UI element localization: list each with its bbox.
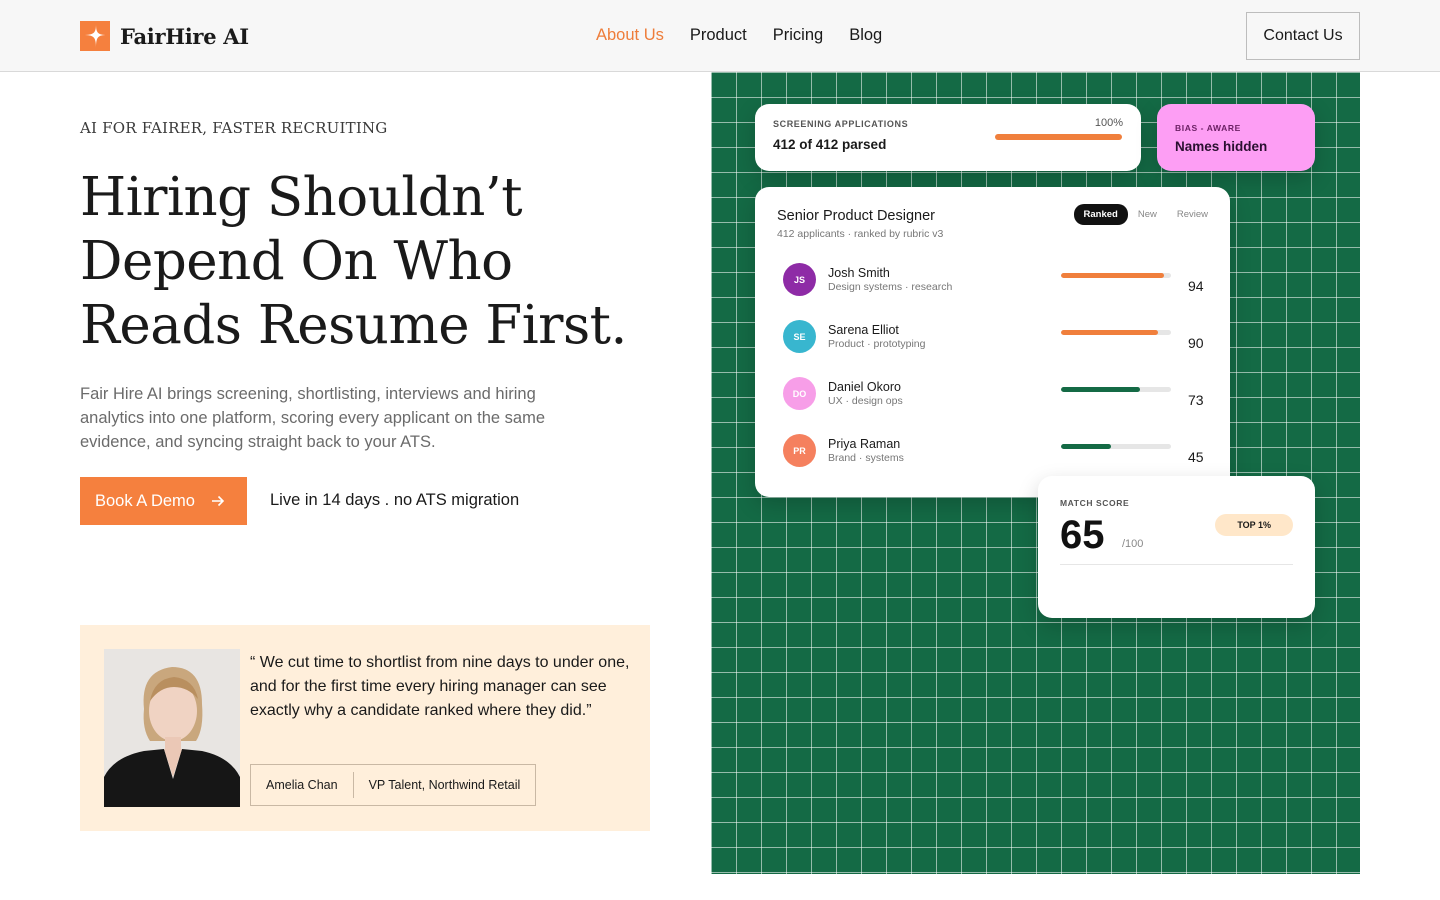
candidate-name: Josh Smith: [828, 266, 890, 280]
ranking-tabs: Ranked New Review: [1073, 204, 1219, 225]
hero-title: Hiring Shouldn’t Depend On Who Reads Res…: [80, 166, 680, 358]
person-portrait-icon: [104, 649, 240, 807]
logo-mark-icon: [80, 21, 110, 51]
screening-parsed-count: 412 of 412 parsed: [773, 137, 887, 152]
candidate-score: 73: [1188, 392, 1204, 408]
candidate-row[interactable]: JS Josh Smith Design systems · research …: [783, 263, 1213, 303]
candidate-row[interactable]: SE Sarena Elliot Product · prototyping 9…: [783, 320, 1213, 360]
contact-us-button[interactable]: Contact Us: [1246, 12, 1360, 60]
candidate-avatar: SE: [783, 320, 816, 353]
bias-text: Names hidden: [1175, 139, 1268, 154]
product-visual: SCREENING APPLICATIONS 100% 412 of 412 p…: [711, 72, 1360, 874]
arrow-right-icon: [211, 495, 225, 507]
match-score-label: MATCH SCORE: [1060, 498, 1130, 508]
candidate-score-fill: [1061, 387, 1141, 392]
brand-logo[interactable]: FairHire AI: [80, 21, 249, 51]
bias-label: BIAS - AWARE: [1175, 123, 1241, 133]
match-score-card: MATCH SCORE 65 /100 TOP 1%: [1038, 476, 1315, 618]
testimonial-quote: “ We cut time to shortlist from nine day…: [250, 654, 630, 719]
testimonial-role: VP Talent, Northwind Retail: [368, 778, 521, 792]
screening-progress-bar: [995, 134, 1122, 140]
screening-label: SCREENING APPLICATIONS: [773, 119, 909, 129]
job-subtitle: 412 applicants · ranked by rubric v3: [777, 228, 944, 240]
candidate-score-track: [1061, 330, 1171, 335]
hero-eyebrow: AI FOR FAIRER, FASTER RECRUITING: [80, 119, 388, 137]
tab-review[interactable]: Review: [1167, 204, 1218, 225]
hero-description: Fair Hire AI brings screening, shortlist…: [80, 385, 545, 451]
testimonial-name: Amelia Chan: [266, 778, 338, 792]
tab-ranked[interactable]: Ranked: [1073, 204, 1128, 225]
candidate-score-track: [1061, 273, 1171, 278]
testimonial-photo: [104, 649, 240, 807]
candidate-role: UX · design ops: [828, 395, 903, 407]
candidate-avatar: DO: [783, 377, 816, 410]
candidate-score-fill: [1061, 273, 1165, 278]
candidate-score-track: [1061, 444, 1171, 449]
candidate-row[interactable]: PR Priya Raman Brand · systems 45: [783, 434, 1213, 474]
screening-percent: 100%: [1094, 117, 1123, 129]
candidate-name: Sarena Elliot: [828, 323, 899, 337]
ranking-card: Senior Product Designer 412 applicants ·…: [755, 187, 1230, 497]
brand-name: FairHire AI: [120, 23, 249, 49]
candidate-avatar: PR: [783, 434, 816, 467]
nav-item-pricing[interactable]: Pricing: [773, 26, 823, 45]
nav-item-about-us[interactable]: About Us: [596, 26, 664, 45]
book-demo-label: Book A Demo: [95, 491, 195, 510]
candidate-score: 90: [1188, 335, 1204, 351]
screening-card: SCREENING APPLICATIONS 100% 412 of 412 p…: [755, 104, 1141, 171]
candidate-score: 45: [1188, 449, 1204, 465]
candidate-score-track: [1061, 387, 1171, 392]
bias-aware-card: BIAS - AWARE Names hidden: [1157, 104, 1315, 171]
hero-title-line-1: Hiring Shouldn’t: [80, 167, 523, 228]
job-title: Senior Product Designer: [777, 208, 935, 224]
candidate-score: 94: [1188, 278, 1204, 294]
candidate-name: Priya Raman: [828, 437, 901, 451]
tab-new[interactable]: New: [1128, 204, 1167, 225]
site-header: FairHire AI About Us Product Pricing Blo…: [0, 0, 1440, 72]
launch-note: Live in 14 days . no ATS migration: [270, 491, 520, 509]
top-percent-badge: TOP 1%: [1215, 514, 1293, 536]
candidate-role: Design systems · research: [828, 281, 953, 293]
match-score-value: 65: [1060, 513, 1105, 557]
hero-title-line-2: Depend On Who: [80, 231, 513, 292]
testimonial-attribution: Amelia Chan VP Talent, Northwind Retail: [250, 764, 537, 806]
nav-item-product[interactable]: Product: [690, 26, 747, 45]
candidate-row[interactable]: DO Daniel Okoro UX · design ops 73: [783, 377, 1213, 417]
main-nav: About Us Product Pricing Blog: [596, 26, 882, 45]
nav-item-blog[interactable]: Blog: [849, 26, 882, 45]
hero-title-line-3: Reads Resume First.: [80, 295, 627, 356]
candidate-avatar: JS: [783, 263, 816, 296]
candidate-name: Daniel Okoro: [828, 380, 901, 394]
match-divider: [1060, 564, 1293, 565]
candidate-role: Brand · systems: [828, 452, 904, 464]
candidate-score-fill: [1061, 330, 1158, 335]
match-score-max: /100: [1122, 538, 1144, 550]
candidate-role: Product · prototyping: [828, 338, 926, 350]
candidate-score-fill: [1061, 444, 1111, 449]
book-demo-button[interactable]: Book A Demo: [80, 477, 247, 525]
testimonial-card: “ We cut time to shortlist from nine day…: [80, 625, 650, 831]
